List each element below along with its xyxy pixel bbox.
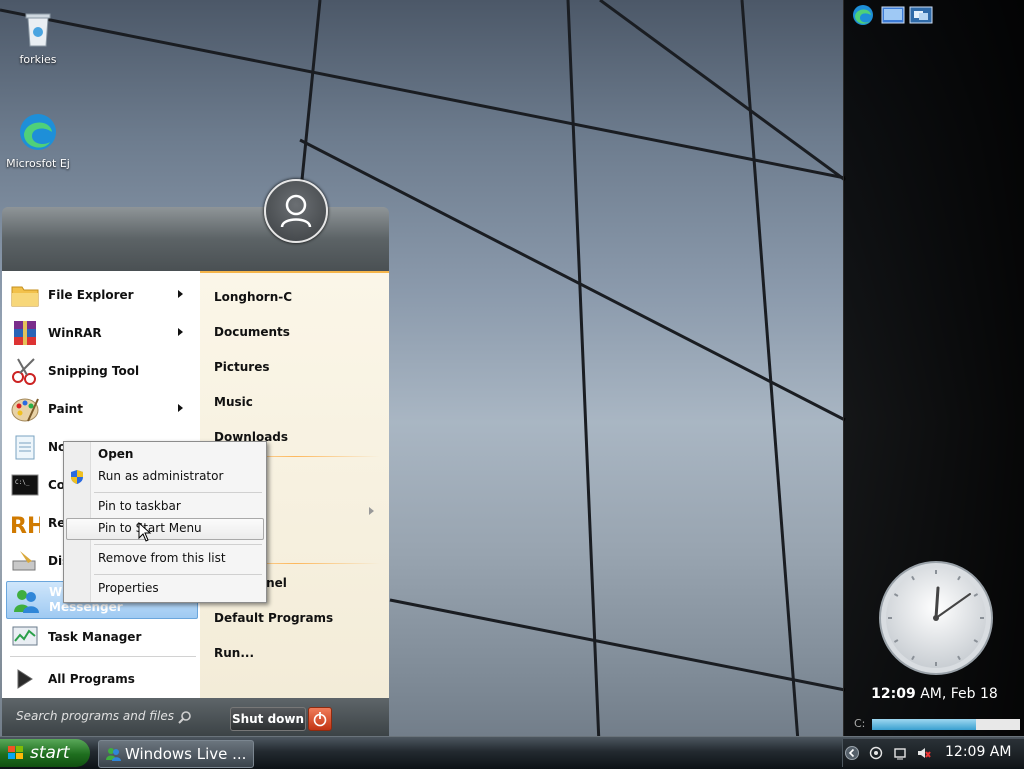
all-programs-button[interactable]: All Programs — [6, 661, 196, 697]
user-icon — [280, 194, 312, 228]
desktop-icon-edge[interactable]: Microsfot Ej — [2, 112, 74, 170]
scissors-icon — [12, 358, 36, 385]
messenger-icon — [106, 748, 121, 761]
context-menu: Open Run as administrator Pin to taskbar… — [63, 441, 267, 603]
cmd-icon: C:\_ — [11, 474, 39, 496]
edge-icon — [20, 114, 56, 150]
search-input[interactable]: Search programs and files — [16, 709, 174, 723]
context-separator — [94, 492, 262, 493]
submenu-arrow-icon — [178, 290, 183, 298]
link-pictures[interactable]: Pictures — [214, 360, 270, 374]
link-run[interactable]: Run... — [214, 646, 254, 660]
program-paint[interactable]: Paint — [6, 391, 196, 427]
shutdown-button[interactable]: Shut down — [230, 707, 306, 731]
submenu-arrow-icon — [178, 328, 183, 336]
clock-readout: 12:09 AM, Feb 18 — [844, 686, 1024, 702]
link-music[interactable]: Music — [214, 395, 253, 409]
drive-usage-bar — [872, 719, 1020, 730]
start-button[interactable]: start — [0, 739, 90, 767]
program-file-explorer[interactable]: File Explorer — [6, 277, 196, 313]
uac-shield-icon — [71, 470, 83, 484]
start-label: start — [30, 743, 70, 763]
task-manager-icon — [12, 626, 38, 646]
link-documents[interactable]: Documents — [214, 325, 290, 339]
volume-muted-icon[interactable] — [917, 746, 931, 760]
link-default-programs[interactable]: Default Programs — [214, 611, 333, 625]
taskbar-clock[interactable]: 12:09 AM — [945, 744, 1011, 760]
edge-icon[interactable] — [850, 4, 876, 26]
drive-label: C: — [854, 717, 866, 730]
system-tray: 12:09 AM — [842, 739, 1024, 767]
user-avatar[interactable] — [264, 179, 328, 243]
notepad-icon — [15, 435, 35, 460]
program-snipping-tool[interactable]: Snipping Tool — [6, 353, 196, 389]
taskbar: start Windows Live ... 12:09 AM — [0, 736, 1024, 769]
desktop-icon-label: forkies — [19, 53, 57, 66]
desktop-icon-label: Microsfot Ej — [6, 157, 70, 170]
start-menu-footer: Search programs and files Shut down — [2, 698, 389, 737]
start-menu-header — [2, 207, 389, 271]
switch-windows-icon[interactable] — [908, 4, 934, 26]
resource-hacker-icon: RH — [10, 514, 40, 537]
context-item-properties[interactable]: Properties — [98, 581, 159, 595]
drive-usage-fill — [872, 719, 976, 730]
context-item-pin-taskbar[interactable]: Pin to taskbar — [98, 499, 181, 513]
windows-logo-icon — [8, 746, 23, 759]
context-item-remove[interactable]: Remove from this list — [98, 551, 226, 565]
chevron-left-icon[interactable] — [845, 746, 859, 760]
clock-date: AM, Feb 18 — [915, 686, 998, 702]
desktop-window-icon[interactable] — [880, 4, 906, 26]
programs-separator — [10, 656, 196, 657]
context-separator — [94, 574, 262, 575]
play-arrow-icon — [17, 669, 33, 689]
program-task-manager[interactable]: Task Manager — [6, 619, 196, 655]
paint-palette-icon — [11, 398, 39, 422]
clock-gadget — [879, 561, 993, 675]
power-icon — [313, 712, 327, 727]
svg-text:C:\_: C:\_ — [15, 479, 30, 486]
svg-text:RH: RH — [10, 514, 40, 537]
program-winrar[interactable]: WinRAR — [6, 315, 196, 351]
winrar-icon — [14, 321, 36, 345]
context-separator — [94, 544, 262, 545]
windows-sidebar: 12:09 AM, Feb 18 C: — [843, 0, 1024, 736]
disk-cleanup-icon — [12, 551, 36, 571]
mouse-cursor-icon — [138, 522, 152, 542]
link-longhorn-c[interactable]: Longhorn-C — [214, 290, 292, 304]
network-icon[interactable] — [869, 746, 883, 760]
folder-icon — [11, 286, 39, 307]
action-center-icon[interactable] — [893, 746, 907, 760]
context-item-run-as-admin[interactable]: Run as administrator — [98, 469, 223, 483]
messenger-icon — [14, 590, 39, 613]
desktop-icon-recycle-bin[interactable]: forkies — [2, 8, 74, 66]
power-options-button[interactable] — [308, 707, 332, 731]
submenu-arrow-icon — [178, 404, 183, 412]
clock-time: 12:09 — [871, 686, 916, 702]
submenu-arrow-icon — [369, 507, 374, 515]
search-icon[interactable] — [178, 710, 192, 724]
recycle-bin-icon — [25, 13, 51, 47]
drive-meter: C: — [854, 717, 1022, 731]
context-item-open[interactable]: Open — [98, 447, 133, 461]
taskbar-item-windows-live[interactable]: Windows Live ... — [98, 740, 254, 768]
